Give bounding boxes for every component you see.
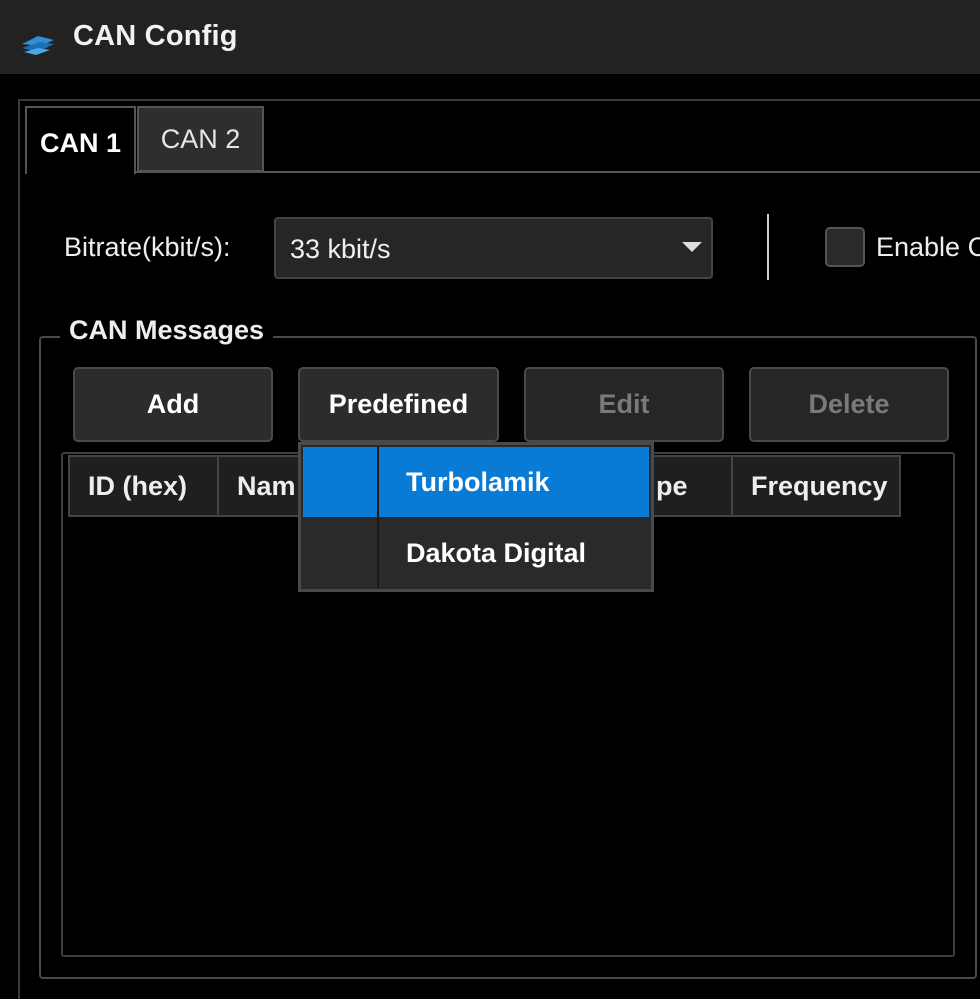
can-messages-title: CAN Messages	[60, 315, 274, 346]
column-header-frequency[interactable]: Frequency	[731, 455, 901, 517]
enable-checkbox-label[interactable]: Enable C	[876, 232, 980, 263]
bitrate-selected-value: 33 kbit/s	[290, 234, 391, 264]
predefined-menu: Turbolamik Dakota Digital	[298, 442, 654, 592]
menu-item-dakota-digital[interactable]: Dakota Digital	[303, 518, 649, 588]
menu-item-label: Dakota Digital	[406, 538, 587, 568]
column-header-id[interactable]: ID (hex)	[68, 455, 219, 517]
dropdown-arrow-icon	[682, 242, 702, 252]
tab-can-2[interactable]: CAN 2	[137, 106, 264, 172]
menu-item-turbolamik[interactable]: Turbolamik	[303, 447, 649, 517]
menu-icon-gutter	[303, 447, 379, 517]
delete-button[interactable]: Delete	[749, 367, 949, 442]
menu-item-label: Turbolamik	[406, 467, 550, 497]
tab-can-1[interactable]: CAN 1	[25, 106, 136, 174]
title-bar: CAN Config	[0, 0, 980, 74]
bitrate-label: Bitrate(kbit/s):	[64, 232, 231, 262]
app-logo-icon	[22, 36, 54, 55]
window-title: CAN Config	[73, 20, 238, 52]
menu-icon-gutter	[303, 518, 379, 588]
predefined-button[interactable]: Predefined	[298, 367, 499, 442]
bitrate-dropdown[interactable]: 33 kbit/s	[274, 217, 713, 279]
enable-checkbox[interactable]	[825, 227, 865, 267]
vertical-separator	[767, 214, 769, 280]
tab-strip-divider	[135, 171, 980, 173]
edit-button[interactable]: Edit	[524, 367, 724, 442]
add-button[interactable]: Add	[73, 367, 273, 442]
